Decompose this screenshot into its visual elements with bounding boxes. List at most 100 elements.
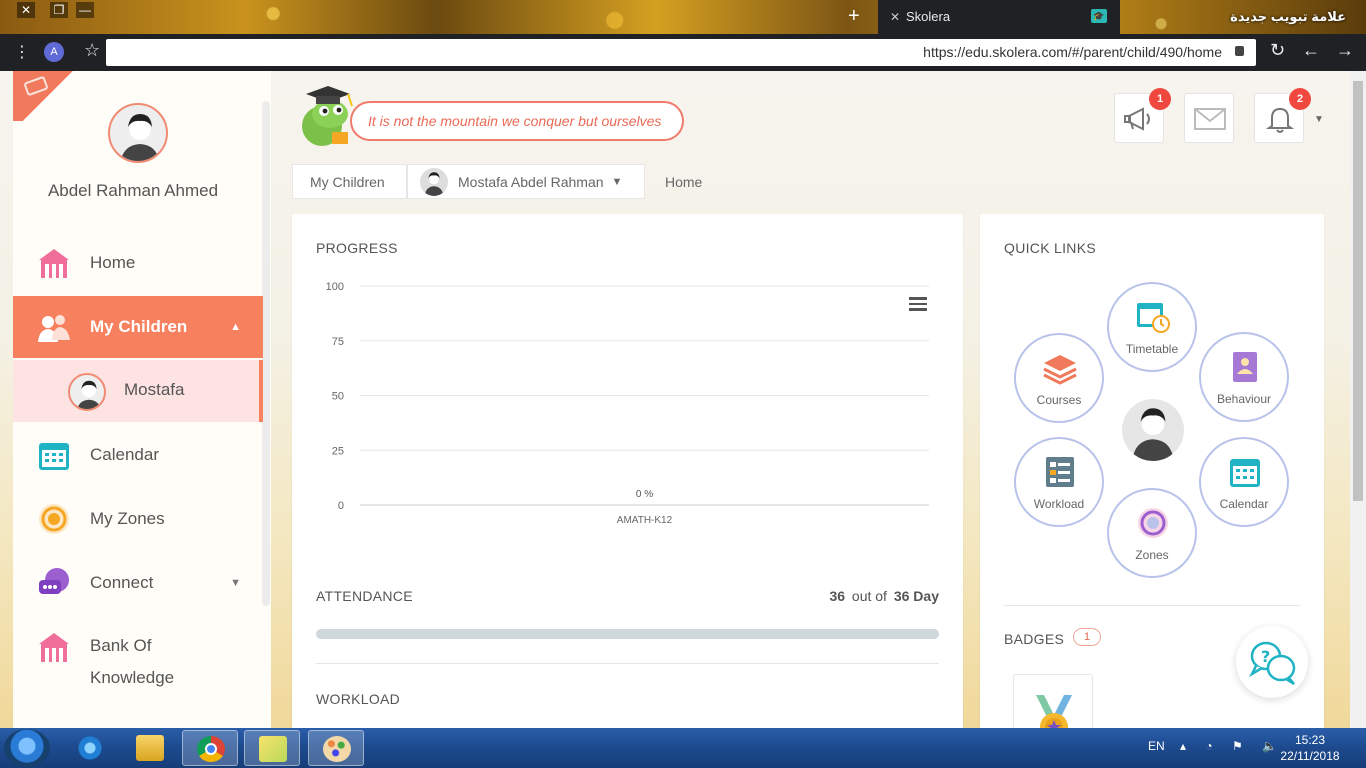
url-text: https://edu.skolera.com/#/parent/child/4… <box>923 44 1222 60</box>
workload-title: WORKLOAD <box>316 691 401 707</box>
behaviour-report-icon <box>1233 352 1257 382</box>
avatar <box>420 168 448 196</box>
messages-button[interactable] <box>1184 93 1234 143</box>
back-arrow-icon[interactable]: ← <box>1302 40 1320 61</box>
quick-link-label: Timetable <box>1125 342 1179 356</box>
sidebar-item-label: Calendar <box>90 445 159 464</box>
user-name: Abdel Rahman Ahmed <box>47 181 219 200</box>
quick-link-workload[interactable]: Workload <box>1014 437 1104 527</box>
sidebar-item-bank-of-knowledge[interactable]: Bank Of Knowledge <box>13 616 263 696</box>
notifications-button[interactable]: 2 <box>1254 88 1311 143</box>
calendar-icon <box>1230 459 1260 487</box>
sidebar-item-my-children[interactable]: My Children ▲ <box>13 296 263 358</box>
sidebar-item-label: Connect <box>90 573 154 592</box>
clock-time: 15:23 <box>1294 733 1326 747</box>
quick-link-label: Workload <box>1033 497 1085 511</box>
chevron-up-icon[interactable]: ▲ <box>230 321 241 333</box>
medal-icon <box>1036 695 1072 728</box>
progress-card: PROGRESS 100 75 50 25 0 0 % AMATH-K12 ATTENDAN… <box>292 214 963 728</box>
chevron-down-icon[interactable]: ▼ <box>230 577 241 589</box>
forward-arrow-icon[interactable]: → <box>1336 40 1354 61</box>
bookmark-star-icon[interactable]: ☆ <box>84 40 100 61</box>
quick-links-title: QUICK LINKS <box>1004 240 1096 256</box>
attendance-total: 36 Day <box>893 588 939 604</box>
avatar <box>68 373 106 411</box>
windows-taskbar: EN ▴ ◔ ⚑ 🔈 15:23 22/11/2018 <box>0 728 1366 768</box>
breadcrumb-label: Home <box>665 173 703 190</box>
y-tick-label: 50 <box>332 391 344 403</box>
envelope-icon <box>1194 108 1226 130</box>
children-icon <box>38 315 70 342</box>
page-content: Abdel Rahman Ahmed Home My Children ▲ Mo… <box>0 71 1366 728</box>
avatar[interactable] <box>108 103 168 163</box>
quote-text: It is not the mountain we conquer but ou… <box>368 113 662 129</box>
chat-icon <box>39 568 69 594</box>
sidebar-item-label: Home <box>90 253 136 272</box>
sidebar-item-home[interactable]: Home <box>13 232 263 294</box>
breadcrumb-child-selector[interactable]: Mostafa Abdel Rahman ▼ <box>407 164 645 199</box>
y-tick-label: 25 <box>332 445 344 457</box>
breadcrumb-my-children[interactable]: My Children <box>292 164 407 199</box>
progress-chart: 100 75 50 25 0 0 % AMATH-K12 <box>326 281 929 526</box>
x-tick-label: AMATH-K12 <box>617 515 673 526</box>
new-tab-icon[interactable]: + <box>848 6 860 26</box>
y-tick-label: 75 <box>332 336 344 348</box>
clock[interactable]: 15:23 22/11/2018 <box>1270 732 1350 764</box>
motivational-quote: It is not the mountain we conquer but ou… <box>350 101 684 141</box>
label-line-2: Knowledge <box>90 668 175 687</box>
breadcrumb-label: My Children <box>310 173 385 190</box>
help-chat-button[interactable]: ? <box>1236 626 1308 698</box>
quick-link-courses[interactable]: Courses <box>1014 333 1104 423</box>
browser-toolbar: ⋮ A ☆ https://edu.skolera.com/#/parent/c… <box>0 34 1366 71</box>
sidebar-scrollbar[interactable] <box>262 101 270 606</box>
address-bar[interactable]: https://edu.skolera.com/#/parent/child/4… <box>106 39 1256 66</box>
file-explorer-icon[interactable] <box>122 730 178 766</box>
restore-window-icon[interactable]: ❐ <box>50 2 68 18</box>
badges-title: BADGES <box>1004 631 1065 647</box>
badge-item[interactable] <box>1013 674 1093 728</box>
workload-list-icon <box>1046 457 1074 487</box>
windows-start-icon[interactable] <box>4 729 50 767</box>
sidebar-item-label: My Zones <box>90 509 165 528</box>
quick-link-label: Courses <box>1036 393 1082 407</box>
language-indicator[interactable]: EN <box>1148 739 1165 753</box>
attendance-progress-bar <box>316 629 939 639</box>
quick-link-zones[interactable]: Zones <box>1107 488 1197 578</box>
page-scrollbar-thumb[interactable] <box>1353 81 1363 501</box>
profile-avatar-icon[interactable]: A <box>44 42 64 62</box>
paint-icon[interactable] <box>308 730 364 766</box>
y-tick-label: 100 <box>326 281 344 293</box>
tab-skolera[interactable]: ✕ Skolera 🎓 <box>878 0 1120 34</box>
sidebar-item-my-zones[interactable]: My Zones <box>13 488 263 550</box>
tab-strip-background <box>0 0 1366 34</box>
quick-link-behaviour[interactable]: Behaviour <box>1199 332 1289 422</box>
close-window-icon[interactable]: ✕ <box>17 2 35 18</box>
announcements-button[interactable]: 1 <box>1114 88 1171 143</box>
sidebar-item-calendar[interactable]: Calendar <box>13 424 263 486</box>
minimize-window-icon[interactable]: — <box>76 2 94 18</box>
lock-icon <box>1235 46 1244 56</box>
sticky-notes-icon[interactable] <box>244 730 300 766</box>
page-scrollbar[interactable] <box>1350 71 1366 728</box>
caret-down-icon: ▼ <box>611 175 623 188</box>
reload-icon[interactable]: ↻ <box>1270 40 1285 61</box>
tab-close-icon[interactable]: ✕ <box>890 10 900 24</box>
child-avatar[interactable] <box>1122 399 1184 461</box>
user-menu-chevron-down-icon[interactable]: ▼ <box>1314 114 1324 125</box>
badges-count: 1 <box>1073 628 1101 646</box>
clock-date: 22/11/2018 <box>1280 749 1340 763</box>
y-tick-label: 0 <box>338 500 344 512</box>
quick-link-calendar[interactable]: Calendar <box>1199 437 1289 527</box>
internet-explorer-icon[interactable] <box>62 730 118 766</box>
sidebar-item-child-mostafa[interactable]: Mostafa <box>13 360 263 422</box>
school-building-icon <box>39 249 69 278</box>
attendance-attended: 36 <box>829 588 846 604</box>
library-icon <box>39 633 69 662</box>
browser-tab-strip: ✕ ❐ — + ✕ Skolera 🎓 علامة تبويب جديدة <box>0 0 1366 34</box>
sidebar-item-connect[interactable]: Connect ▼ <box>13 552 263 614</box>
browser-menu-icon[interactable]: ⋮ <box>14 42 30 62</box>
quick-link-timetable[interactable]: Timetable <box>1107 282 1197 372</box>
tab-new-tab[interactable]: علامة تبويب جديدة <box>1230 9 1346 25</box>
chrome-icon[interactable] <box>182 730 238 766</box>
breadcrumb: My Children Mostafa Abdel Rahman ▼ Home <box>292 164 725 199</box>
